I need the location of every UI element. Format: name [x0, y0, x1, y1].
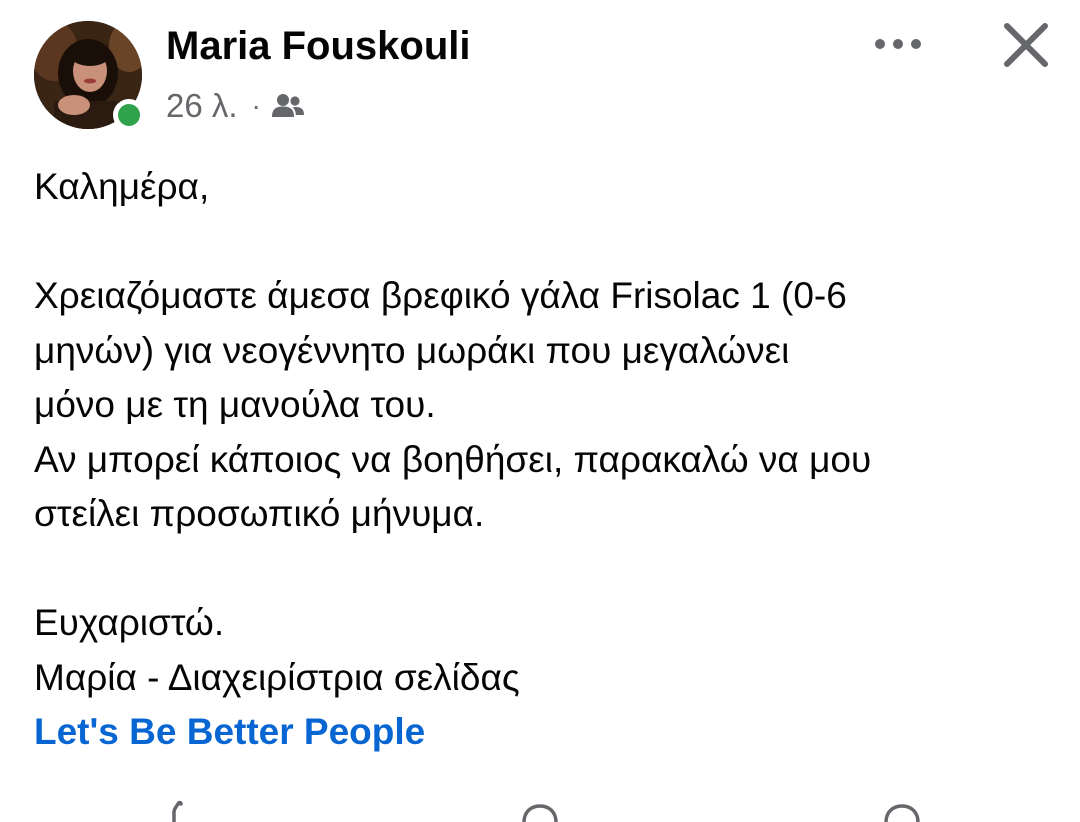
post-header: Maria Fouskouli 26 λ. ·	[0, 0, 1080, 140]
like-icon[interactable]	[160, 800, 200, 822]
friends-icon[interactable]	[271, 93, 305, 119]
post-action-bar	[0, 800, 1080, 822]
post-text-line	[34, 542, 1054, 597]
post-text-line: Χρειαζόμαστε άμεσα βρεφικό γάλα Frisolac…	[34, 275, 847, 316]
author-name[interactable]: Maria Fouskouli	[166, 24, 471, 69]
post-text: Καλημέρα, Χρειαζόμαστε άμεσα βρεφικό γάλ…	[34, 160, 1054, 760]
post-text-line: Αν μπορεί κάποιος να βοηθήσει, παρακαλώ …	[34, 438, 872, 480]
post-text-line: Ευχαριστώ.	[34, 602, 225, 643]
post-meta: 26 λ. ·	[166, 86, 305, 126]
post-text-line: Μαρία - Διαχειρίστρια σελίδας	[34, 656, 520, 698]
post-time[interactable]: 26 λ.	[166, 87, 238, 125]
more-options-icon	[875, 39, 921, 49]
comment-icon[interactable]	[520, 800, 560, 822]
close-button[interactable]	[996, 15, 1056, 75]
page-link[interactable]: Let's Be Better People	[34, 705, 1054, 760]
share-icon[interactable]	[882, 800, 922, 822]
post-text-line: μηνών) για νεογέννητο μωράκι που μεγαλών…	[34, 329, 790, 371]
online-status-icon	[113, 99, 145, 131]
post-text-line: στείλει προσωπικό μήνυμα.	[34, 493, 485, 534]
meta-separator: ·	[251, 90, 261, 121]
post-text-line: Καλημέρα,	[34, 166, 210, 207]
author-avatar[interactable]	[34, 21, 145, 131]
more-options-button[interactable]	[868, 24, 928, 64]
post-text-line: μόνο με τη μανούλα του.	[34, 384, 436, 425]
post-text-line	[34, 215, 1054, 270]
close-icon	[1004, 23, 1048, 67]
